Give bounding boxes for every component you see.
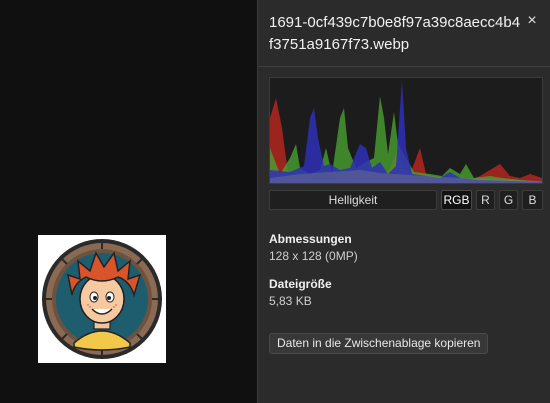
image-thumbnail[interactable] — [38, 235, 166, 363]
histogram — [269, 77, 543, 184]
mode-rgb-button[interactable]: RGB — [441, 190, 472, 210]
file-name: 1691-0cf439c7b0e8f97a39c8aecc4b4f3751a91… — [269, 14, 521, 53]
image-info-panel: 1691-0cf439c7b0e8f97a39c8aecc4b4f3751a91… — [257, 0, 550, 403]
mode-r-button[interactable]: R — [476, 190, 495, 210]
copy-to-clipboard-button[interactable]: Daten in die Zwischenablage kopieren — [269, 333, 489, 354]
filesize-label: Dateigröße — [269, 277, 332, 291]
dimensions-label: Abmessungen — [269, 232, 352, 246]
image-viewer — [0, 0, 257, 403]
mode-b-button[interactable]: B — [522, 190, 543, 210]
histogram-graph — [270, 80, 542, 183]
mode-g-button[interactable]: G — [499, 190, 518, 210]
close-icon[interactable]: × — [524, 12, 540, 30]
histogram-mode-controls: Helligkeit RGB R G B — [269, 190, 543, 210]
dimensions-value: 128 x 128 (0MP) — [269, 249, 358, 263]
avatar-illustration — [38, 235, 166, 363]
divider — [258, 66, 550, 67]
mode-helligkeit-button[interactable]: Helligkeit — [269, 190, 437, 210]
filesize-value: 5,83 KB — [269, 294, 312, 308]
